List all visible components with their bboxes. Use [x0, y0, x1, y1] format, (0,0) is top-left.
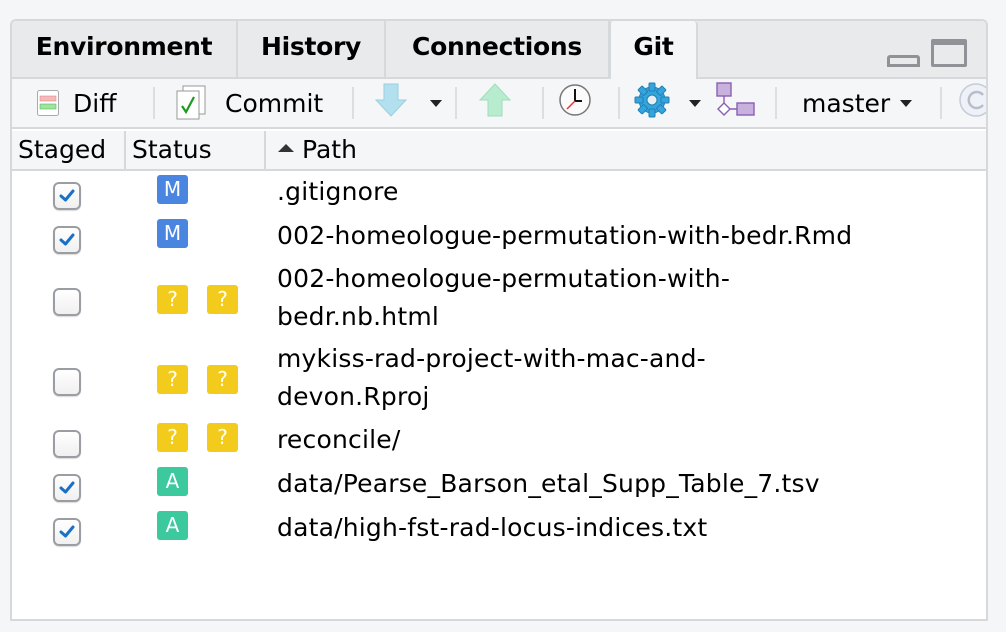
file-list: M .gitignore M 002-homeologue-permutation-w…: [12, 173, 986, 553]
maximize-pane-button[interactable]: [931, 39, 967, 67]
file-path: data/Pearse_Barson_etal_Supp_Table_7.tsv: [277, 469, 820, 498]
push-button[interactable]: [478, 79, 512, 127]
branch-icon: [716, 82, 756, 124]
file-path: 002-homeologue-permutation-with-: [277, 264, 731, 293]
git-pane: Environment History Connections Git Diff…: [10, 19, 988, 621]
staged-checkbox[interactable]: [53, 518, 81, 546]
toolbar-separator: [940, 87, 942, 119]
caret-down-icon: [900, 99, 913, 107]
file-row[interactable]: Adata/high-fst-rad-locus-indices.txt: [12, 509, 986, 553]
checkmark-icon: [59, 233, 75, 246]
file-row[interactable]: Adata/Pearse_Barson_etal_Supp_Table_7.ts…: [12, 465, 986, 509]
toolbar-separator: [455, 87, 457, 119]
status-added-badge: A: [157, 511, 188, 540]
file-path: devon.Rproj: [277, 382, 430, 411]
toolbar-separator: [542, 87, 544, 119]
caret-down-icon: [689, 99, 701, 107]
more-options-button[interactable]: [632, 79, 672, 127]
column-header-status[interactable]: Status: [126, 131, 266, 169]
tab-history[interactable]: History: [238, 21, 386, 77]
staged-checkbox[interactable]: [53, 474, 81, 502]
more-options-dropdown[interactable]: [689, 79, 701, 127]
staged-checkbox[interactable]: [53, 368, 81, 396]
status-added-badge: A: [157, 467, 188, 496]
file-path: data/high-fst-rad-locus-indices.txt: [277, 513, 708, 542]
staged-checkbox[interactable]: [53, 288, 81, 316]
pull-button[interactable]: [374, 79, 408, 127]
history-button[interactable]: [558, 79, 592, 127]
column-header-path[interactable]: Path: [266, 131, 986, 169]
staged-checkbox[interactable]: [53, 430, 81, 458]
file-path: reconcile/: [277, 425, 401, 454]
file-path: .gitignore: [277, 177, 399, 206]
branch-button[interactable]: [716, 79, 756, 127]
minimize-pane-button[interactable]: [887, 55, 920, 67]
diff-icon: [37, 90, 59, 116]
file-row[interactable]: ?? reconcile/: [12, 421, 986, 465]
toolbar-separator: [775, 87, 777, 119]
tab-bar: Environment History Connections Git: [12, 21, 986, 79]
status-untracked-badge: ?: [157, 285, 188, 314]
commit-label: Commit: [225, 88, 324, 118]
pull-arrow-icon: [374, 82, 408, 124]
column-header-staged[interactable]: Staged: [12, 131, 126, 169]
tab-environment[interactable]: Environment: [12, 21, 238, 77]
push-arrow-icon: [478, 82, 512, 124]
status-modified-badge: M: [157, 175, 188, 204]
commit-icon: [175, 85, 207, 121]
column-header-path-label: Path: [302, 135, 357, 164]
status-untracked-badge: ?: [207, 423, 238, 452]
status-untracked-badge: ?: [207, 365, 238, 394]
sort-ascending-icon: [278, 144, 294, 152]
file-path: 002-homeologue-permutation-with-bedr.Rmd: [277, 221, 853, 250]
status-untracked-badge: ?: [157, 423, 188, 452]
status-untracked-badge: ?: [207, 285, 238, 314]
git-toolbar: Diff Commit master: [12, 79, 986, 129]
file-row[interactable]: ?? 002-homeologue-permutation-with-bedr.n…: [12, 261, 986, 341]
file-row[interactable]: M .gitignore: [12, 173, 986, 217]
status-untracked-badge: ?: [157, 365, 188, 394]
checkmark-icon: [59, 525, 75, 538]
checkmark-icon: [59, 189, 75, 202]
checkmark-icon: [59, 481, 75, 494]
file-row[interactable]: M 002-homeologue-permutation-with-bedr.Rm…: [12, 217, 986, 261]
staged-checkbox[interactable]: [53, 182, 81, 210]
tab-git[interactable]: Git: [609, 21, 698, 79]
pull-options-dropdown[interactable]: [430, 79, 442, 127]
status-modified-badge: M: [157, 219, 188, 248]
file-row[interactable]: ?? mykiss-rad-project-with-mac-and-devon.…: [12, 341, 986, 421]
toolbar-separator: [153, 87, 155, 119]
table-header: Staged Status Path: [12, 131, 986, 171]
clock-icon: [558, 83, 592, 123]
toolbar-separator: [352, 87, 354, 119]
tab-connections[interactable]: Connections: [386, 21, 610, 77]
staged-checkbox[interactable]: [53, 226, 81, 254]
branch-label: master: [802, 88, 891, 118]
file-path: bedr.nb.html: [277, 302, 440, 331]
diff-label: Diff: [73, 88, 117, 118]
refresh-button[interactable]: [958, 79, 986, 127]
diff-button[interactable]: Diff: [37, 79, 116, 127]
commit-button[interactable]: Commit: [175, 79, 323, 127]
branch-dropdown[interactable]: master: [802, 79, 913, 127]
toolbar-separator: [618, 87, 620, 119]
file-path: mykiss-rad-project-with-mac-and-: [277, 344, 706, 373]
gear-icon: [632, 80, 672, 126]
caret-down-icon: [430, 99, 442, 107]
refresh-icon: [958, 82, 986, 124]
